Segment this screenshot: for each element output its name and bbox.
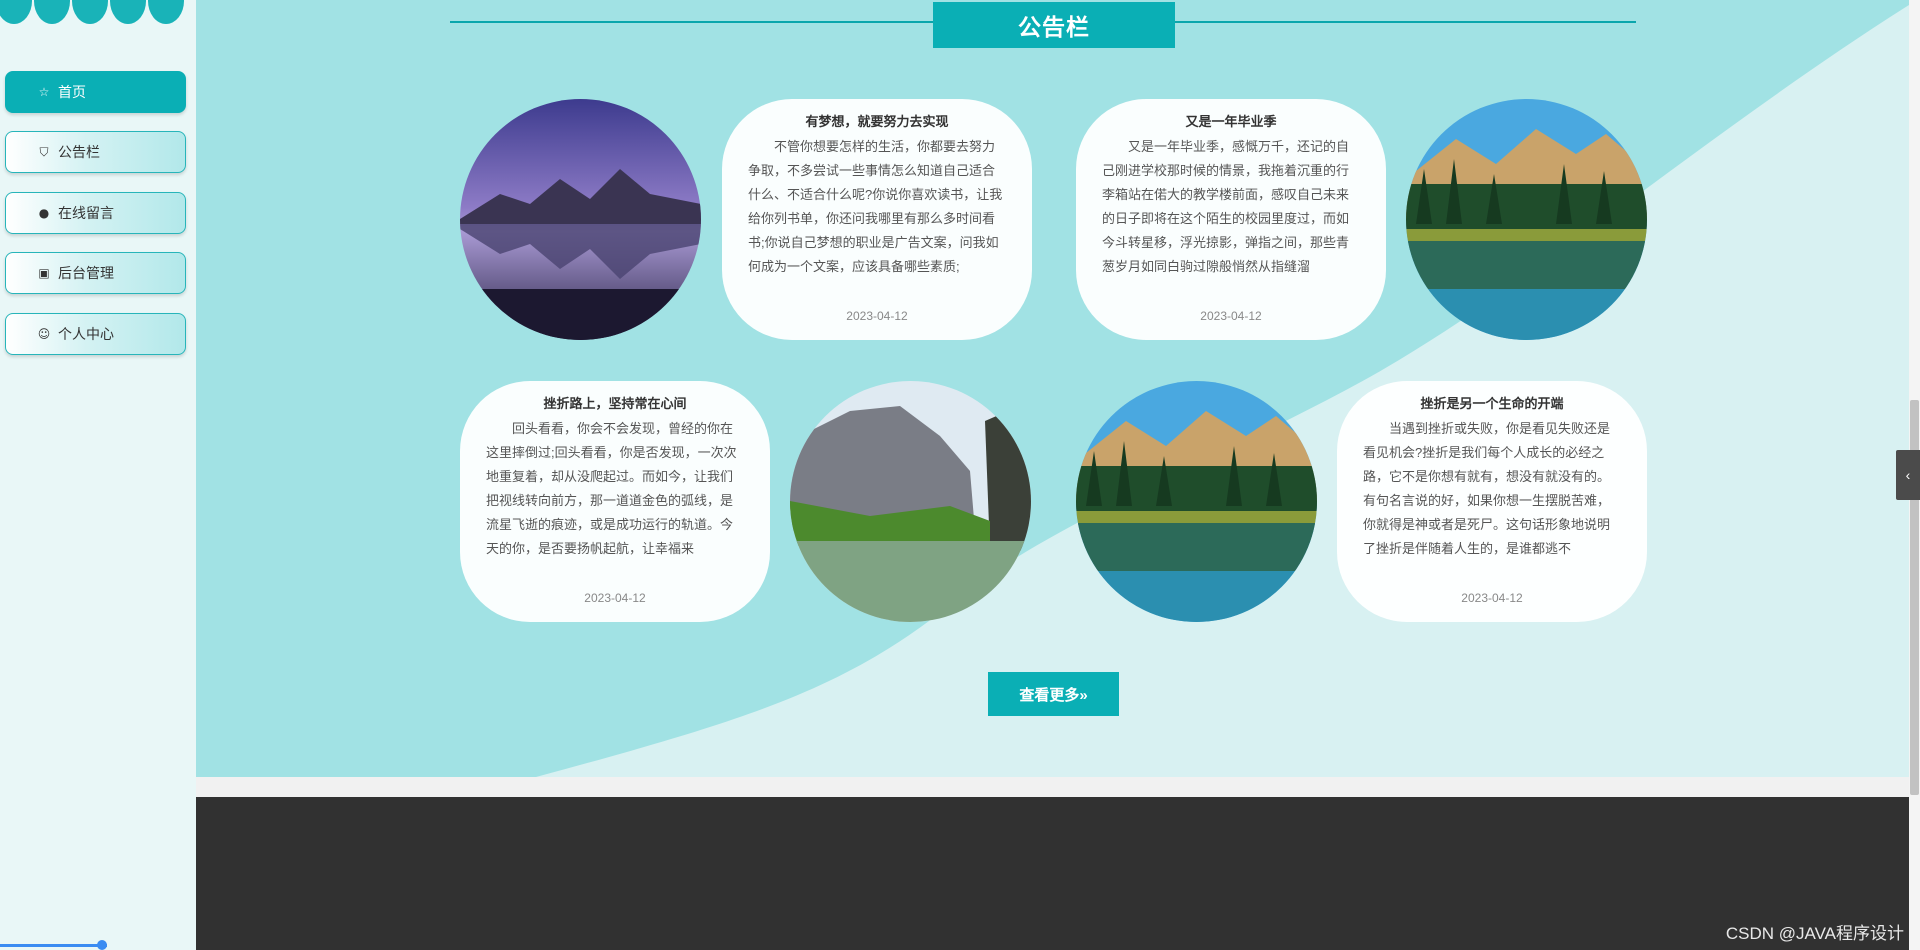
- wave-background: [196, 0, 1909, 777]
- footer: [196, 797, 1909, 950]
- notice-title: 挫折路上，坚持常在心间: [543, 396, 687, 411]
- notice-date: 2023-04-12: [1200, 309, 1262, 323]
- notice-body: 又是一年毕业季，感慨万千，还记的自己刚进学校那时候的情景，我拖着沉重的行李箱站在…: [1102, 139, 1350, 274]
- sidebar-item-admin[interactable]: ▣ 后台管理: [5, 252, 186, 294]
- sidebar-item-home[interactable]: ☆ 首页: [5, 71, 186, 113]
- user-icon: ☺: [37, 327, 51, 341]
- notice-image-3[interactable]: [790, 381, 1031, 622]
- notice-section: 公告栏 有梦想，就要努力去实现 不管你想要怎样的生活，你都要去努力争取，不多尝试…: [196, 0, 1909, 777]
- main-content: 公告栏 有梦想，就要努力去实现 不管你想要怎样的生活，你都要去努力争取，不多尝试…: [196, 0, 1909, 950]
- sidebar-item-profile[interactable]: ☺ 个人中心: [5, 313, 186, 355]
- sidebar-scallop-decoration: [0, 0, 196, 24]
- watermark: CSDN @JAVA程序设计: [1725, 924, 1904, 943]
- notice-body: 回头看看，你会不会发现，曾经的你在这里摔倒过;回头看看，你是否发现，一次次地重复…: [486, 421, 737, 556]
- sidebar-item-label: 后台管理: [58, 265, 114, 281]
- notice-date: 2023-04-12: [1461, 591, 1523, 605]
- notice-image-1[interactable]: [460, 99, 701, 340]
- notice-card[interactable]: 又是一年毕业季 又是一年毕业季，感慨万千，还记的自己刚进学校那时候的情景，我拖着…: [1076, 99, 1386, 340]
- section-title: 公告栏: [933, 2, 1175, 48]
- view-more-button[interactable]: 查看更多»: [988, 672, 1119, 716]
- sidebar-item-notice[interactable]: ⛉ 公告栏: [5, 131, 186, 173]
- footer-gap: [196, 777, 1909, 797]
- sidebar-item-label: 个人中心: [58, 326, 114, 342]
- bag-icon: ⛉: [39, 144, 49, 159]
- notice-date: 2023-04-12: [846, 309, 908, 323]
- notice-date: 2023-04-12: [584, 591, 646, 605]
- sidebar: ☆ 首页 ⛉ 公告栏 ● 在线留言 ▣ 后台管理 ☺ 个人中心: [0, 0, 197, 950]
- title-line-left: [450, 21, 937, 23]
- notice-card[interactable]: 有梦想，就要努力去实现 不管你想要怎样的生活，你都要去努力争取，不多尝试一些事情…: [722, 99, 1032, 340]
- notice-body: 当遇到挫折或失败，你是看见失败还是看见机会?挫折是我们每个人成长的必经之路，它不…: [1363, 421, 1611, 556]
- sidebar-item-label: 公告栏: [58, 144, 100, 160]
- sidebar-item-label: 在线留言: [58, 205, 114, 221]
- briefcase-icon: ▣: [38, 266, 50, 280]
- notice-title: 又是一年毕业季: [1185, 114, 1277, 129]
- notice-card[interactable]: 挫折是另一个生命的开端 当遇到挫折或失败，你是看见失败还是看见机会?挫折是我们每…: [1337, 381, 1647, 622]
- video-progress-bar[interactable]: [0, 944, 107, 947]
- title-line-right: [1174, 21, 1636, 23]
- alert-icon: ●: [38, 206, 50, 220]
- notice-body: 不管你想要怎样的生活，你都要去努力争取，不多尝试一些事情怎么知道自己适合什么、不…: [748, 139, 1003, 274]
- notice-image-2[interactable]: [1406, 99, 1647, 340]
- video-progress-handle[interactable]: [97, 940, 107, 950]
- notice-image-4[interactable]: [1076, 381, 1317, 622]
- notice-card[interactable]: 挫折路上，坚持常在心间 回头看看，你会不会发现，曾经的你在这里摔倒过;回头看看，…: [460, 381, 770, 622]
- star-icon: ☆: [38, 85, 50, 99]
- sidebar-item-label: 首页: [58, 84, 86, 100]
- collapse-tab-chevron-left-icon[interactable]: ‹: [1896, 450, 1920, 500]
- notice-title: 挫折是另一个生命的开端: [1420, 396, 1564, 411]
- sidebar-item-message[interactable]: ● 在线留言: [5, 192, 186, 234]
- notice-title: 有梦想，就要努力去实现: [805, 114, 949, 129]
